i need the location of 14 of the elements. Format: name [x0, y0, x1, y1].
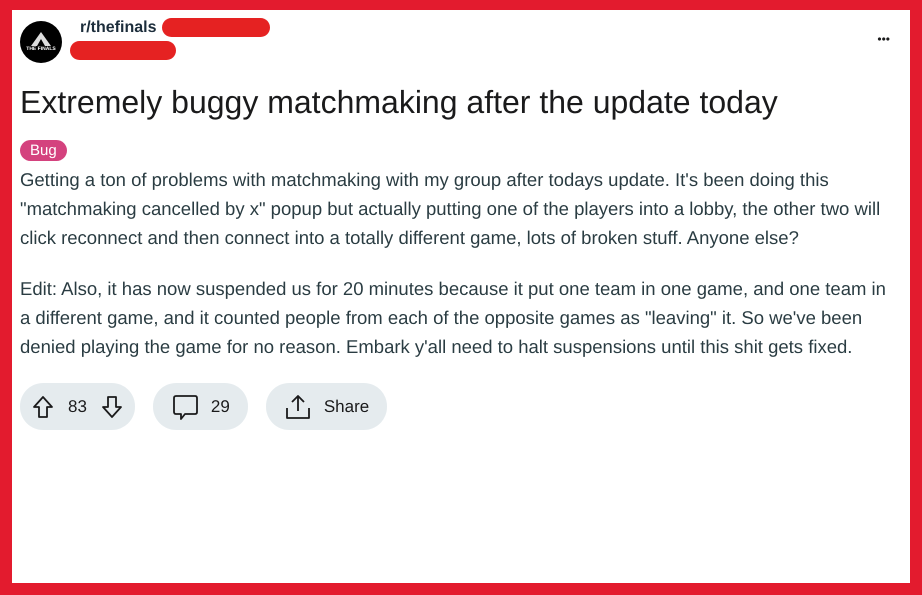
comment-icon — [170, 392, 199, 420]
downvote-icon[interactable] — [100, 394, 123, 418]
comments-button[interactable]: 29 — [152, 383, 248, 430]
post-paragraph: Getting a ton of problems with matchmaking with my group after todays update. It's been doing this "matchmaking cancelled by x" popup but actually putting one of the players into a lobby, the other two will click reconnect and then connect into a totally different game, lots of broken stuff. Anyone else? — [20, 168, 882, 250]
post-paragraph: Edit: Also, it has now suspended us for 20 minutes because it put one team in one game, and one team in a different game, and it counted people from each of the opposite games as "leaving" it. So we've been denied playing the game for no reason. Embark y'all need to halt suspensions until this shit gets fixed. — [20, 277, 887, 359]
triangle-icon — [31, 32, 51, 46]
flair-tag[interactable]: Bug — [20, 140, 67, 161]
vote-count: 83 — [68, 396, 87, 416]
post-title: Extremely buggy matchmaking after the update today — [20, 83, 779, 122]
upvote-icon[interactable] — [32, 394, 54, 418]
share-icon — [284, 392, 312, 420]
subreddit-link[interactable]: r/thefinals — [80, 18, 156, 36]
share-button[interactable]: Share — [266, 383, 388, 430]
more-options-button[interactable]: ••• — [875, 30, 892, 48]
